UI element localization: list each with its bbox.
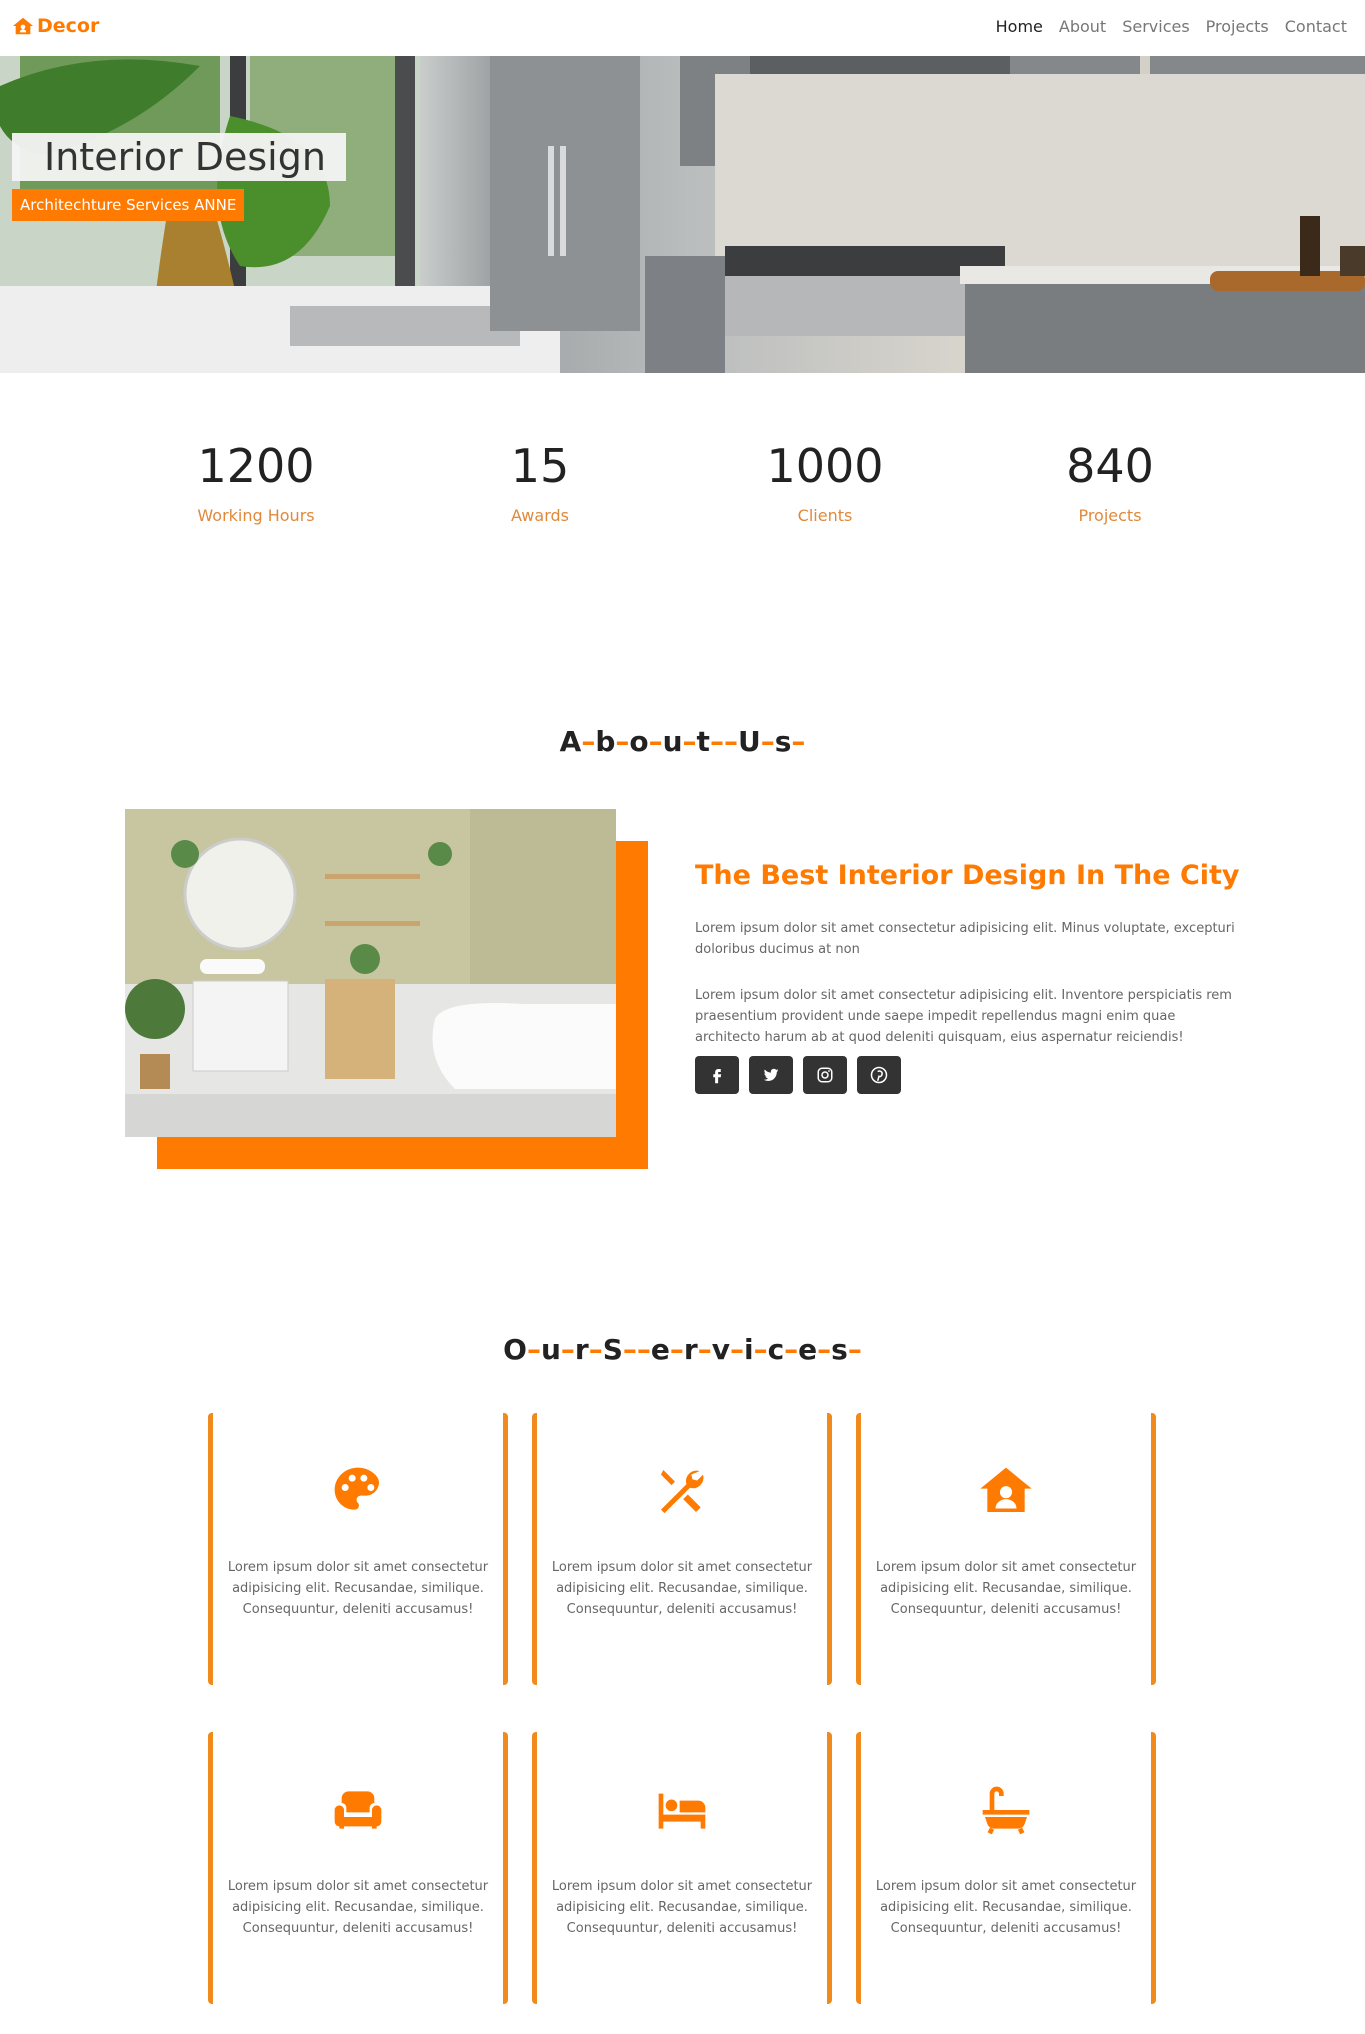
title-dash: –: [784, 1333, 799, 1366]
stat-value: 1200: [197, 439, 315, 493]
stat-label: Awards: [511, 506, 569, 525]
services-section-title: O–u–r–S––e–r–v–i–c–e–s–: [0, 1333, 1365, 1366]
title-letter: i: [743, 1333, 754, 1366]
about-section-title: A–b–o–u–t––U–s–: [0, 725, 1365, 758]
instagram-icon: [816, 1066, 834, 1084]
stat-label: Projects: [1078, 506, 1142, 525]
hero-banner: Interior Design Architechture Services A…: [0, 56, 1365, 373]
stat-projects: 840 Projects: [990, 438, 1230, 525]
social-links: [695, 1056, 901, 1094]
nav-link-about[interactable]: About: [1059, 17, 1106, 36]
title-letter: A: [559, 725, 582, 758]
hero-subtitle-badge: Architechture Services ANNE: [12, 189, 245, 221]
service-card-tools: Lorem ipsum dolor sit amet consectetur a…: [532, 1413, 832, 1685]
tools-icon: [537, 1463, 827, 1519]
title-dash: –: [622, 1333, 637, 1366]
about-heading: The Best Interior Design In The City: [695, 860, 1240, 891]
stat-label: Clients: [797, 506, 853, 525]
title-letter: u: [540, 1333, 561, 1366]
about-paragraph-1: Lorem ipsum dolor sit amet consectetur a…: [695, 921, 1235, 957]
title-letter: c: [767, 1333, 785, 1366]
service-card-design: Lorem ipsum dolor sit amet consectetur a…: [208, 1413, 508, 1685]
house-user-icon: [861, 1463, 1151, 1519]
title-letter: o: [629, 725, 649, 758]
hero-title: Interior Design: [12, 133, 346, 181]
title-letter: s: [831, 1333, 848, 1366]
nav-links: Home About Services Projects Contact: [996, 17, 1347, 36]
title-dash: –: [560, 1333, 575, 1366]
nav-link-projects[interactable]: Projects: [1206, 17, 1269, 36]
brand-logo-link[interactable]: Decor: [12, 15, 99, 37]
palette-icon: [213, 1463, 503, 1519]
bathroom-image: [125, 809, 616, 1137]
service-card-text: Lorem ipsum dolor sit amet consectetur a…: [551, 1879, 813, 1936]
title-dash: –: [615, 725, 630, 758]
service-card-text: Lorem ipsum dolor sit amet consectetur a…: [875, 1560, 1137, 1617]
service-card-text: Lorem ipsum dolor sit amet consectetur a…: [551, 1560, 813, 1617]
title-letter: S: [602, 1333, 623, 1366]
pinterest-button[interactable]: [857, 1056, 901, 1094]
bed-icon: [537, 1782, 827, 1838]
title-dash: –: [588, 1333, 603, 1366]
twitter-button[interactable]: [749, 1056, 793, 1094]
service-card-furniture: Lorem ipsum dolor sit amet consectetur a…: [208, 1732, 508, 2004]
title-dash: –: [581, 725, 596, 758]
title-dash: –: [709, 725, 724, 758]
service-card-home: Lorem ipsum dolor sit amet consectetur a…: [856, 1413, 1156, 1685]
facebook-button[interactable]: [695, 1056, 739, 1094]
brand-name: Decor: [37, 15, 100, 37]
title-letter: u: [662, 725, 683, 758]
stat-working-hours: 1200 Working Hours: [136, 438, 376, 525]
couch-icon: [213, 1782, 503, 1838]
service-card-text: Lorem ipsum dolor sit amet consectetur a…: [227, 1560, 489, 1617]
title-dash: –: [753, 1333, 768, 1366]
title-letter: t: [696, 725, 710, 758]
navbar: Decor Home About Services Projects Conta…: [0, 0, 1365, 56]
stat-label: Working Hours: [197, 506, 315, 525]
instagram-button[interactable]: [803, 1056, 847, 1094]
title-dash: –: [526, 1333, 541, 1366]
service-card-text: Lorem ipsum dolor sit amet consectetur a…: [875, 1879, 1137, 1936]
stat-clients: 1000 Clients: [705, 438, 945, 525]
title-dash: –: [636, 1333, 651, 1366]
stat-awards: 15 Awards: [420, 438, 660, 525]
pinterest-icon: [870, 1066, 888, 1084]
stat-value: 15: [510, 439, 570, 493]
twitter-icon: [762, 1066, 780, 1084]
title-letter: U: [737, 725, 761, 758]
facebook-icon: [708, 1066, 726, 1084]
nav-link-contact[interactable]: Contact: [1285, 17, 1347, 36]
title-letter: r: [683, 1333, 698, 1366]
stat-value: 1000: [766, 439, 884, 493]
title-dash: –: [723, 725, 738, 758]
title-letter: r: [574, 1333, 589, 1366]
title-letter: s: [774, 725, 792, 758]
title-letter: e: [650, 1333, 670, 1366]
title-dash: –: [760, 725, 775, 758]
title-dash: –: [847, 1333, 862, 1366]
title-letter: b: [595, 725, 616, 758]
about-paragraph-2: Lorem ipsum dolor sit amet consectetur a…: [695, 988, 1232, 1045]
title-letter: e: [798, 1333, 818, 1366]
title-dash: –: [791, 725, 806, 758]
title-dash: –: [729, 1333, 744, 1366]
service-card-bathroom: Lorem ipsum dolor sit amet consectetur a…: [856, 1732, 1156, 2004]
service-card-text: Lorem ipsum dolor sit amet consectetur a…: [227, 1879, 489, 1936]
title-letter: O: [503, 1333, 527, 1366]
title-dash: –: [817, 1333, 832, 1366]
title-dash: –: [682, 725, 697, 758]
title-dash: –: [648, 725, 663, 758]
house-logo-icon: [12, 15, 34, 37]
nav-link-services[interactable]: Services: [1122, 17, 1189, 36]
service-card-bedroom: Lorem ipsum dolor sit amet consectetur a…: [532, 1732, 832, 2004]
bath-icon: [861, 1782, 1151, 1838]
title-letter: v: [711, 1333, 730, 1366]
stat-value: 840: [1066, 439, 1154, 493]
nav-link-home[interactable]: Home: [996, 17, 1043, 36]
title-dash: –: [669, 1333, 684, 1366]
title-dash: –: [697, 1333, 712, 1366]
